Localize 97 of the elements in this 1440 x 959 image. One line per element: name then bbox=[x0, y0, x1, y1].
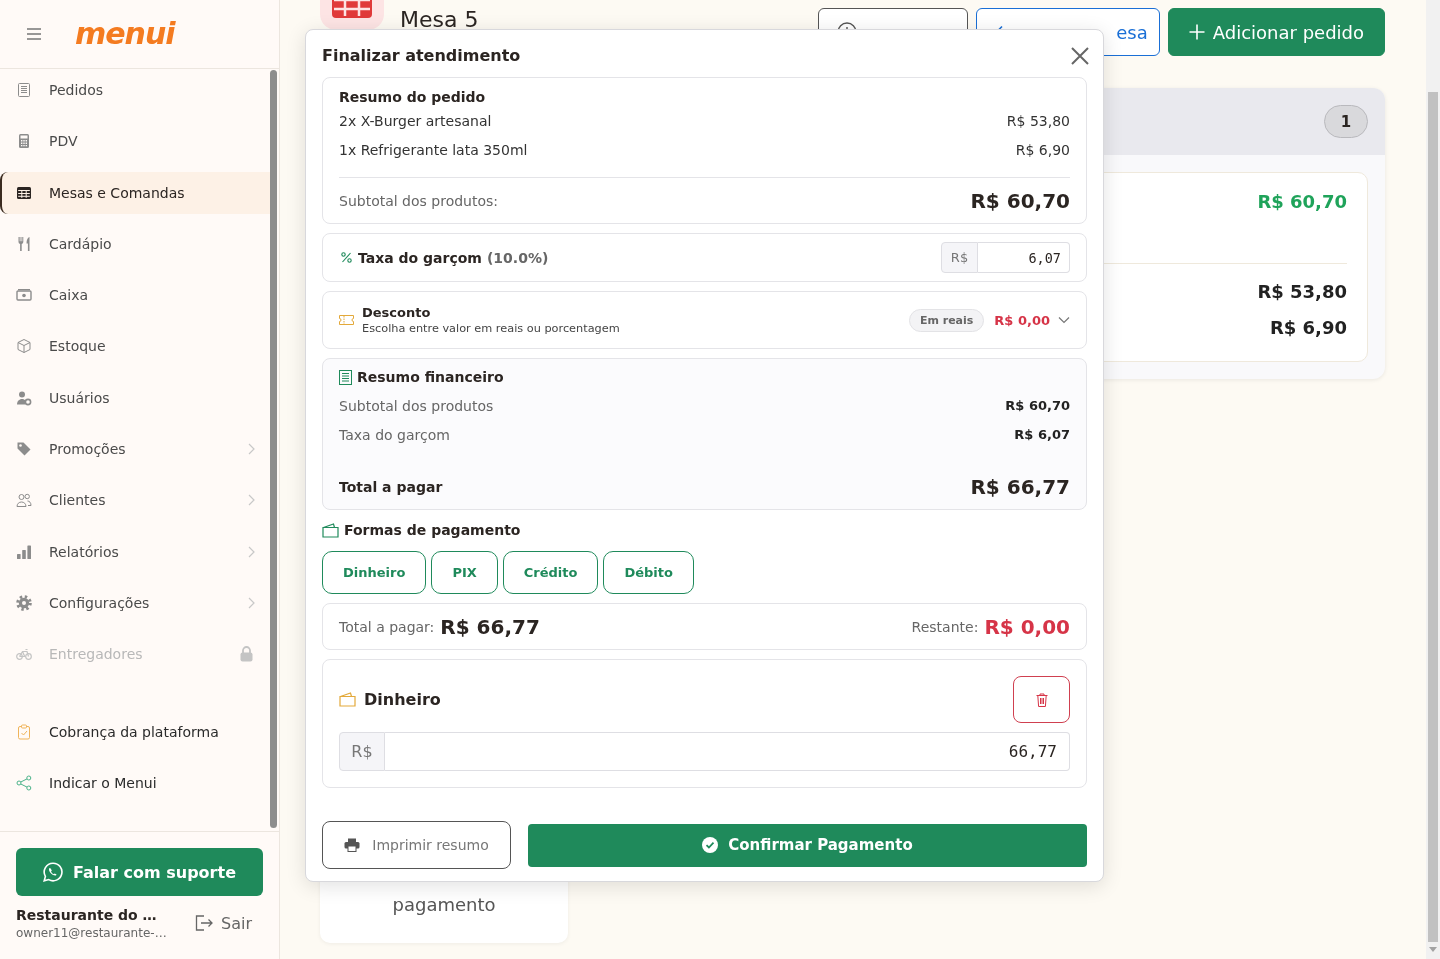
tag-icon bbox=[16, 441, 32, 458]
sidebar-item[interactable]: Pedidos bbox=[0, 69, 270, 111]
support-button[interactable]: Falar com suporte bbox=[16, 848, 263, 896]
currency-prefix: R$ bbox=[941, 242, 978, 273]
payment-method-button[interactable]: Débito bbox=[603, 551, 694, 594]
item-price: R$ 6,90 bbox=[1269, 316, 1347, 340]
sidebar-item[interactable]: Relatórios bbox=[0, 530, 270, 573]
fee-rate: (10.0%) bbox=[486, 249, 549, 266]
box-icon bbox=[16, 338, 32, 355]
account-name: Restaurante do … bbox=[16, 906, 158, 925]
fee-label: Taxa do garçom bbox=[358, 249, 482, 266]
print-button[interactable]: Imprimir resumo bbox=[322, 821, 511, 869]
payment-method-button[interactable]: Dinheiro bbox=[322, 551, 427, 594]
hint-text: pagamento bbox=[392, 893, 496, 917]
balance-total: R$ 66,77 bbox=[440, 614, 540, 639]
order-item-name: 1x Refrigerante lata 350ml bbox=[339, 141, 528, 158]
currency-prefix: R$ bbox=[339, 732, 385, 771]
sidebar-item[interactable]: Estoque bbox=[0, 325, 270, 368]
total-value: R$ 66,77 bbox=[970, 475, 1070, 499]
discount-title: Desconto bbox=[362, 304, 432, 321]
printer-icon bbox=[344, 838, 361, 852]
page-title: Mesa 5 bbox=[400, 6, 479, 34]
summary-label: Subtotal dos produtos bbox=[339, 397, 494, 414]
discount-value: R$ 0,00 bbox=[994, 312, 1050, 328]
clipboard-check-icon bbox=[16, 723, 32, 740]
discount-hint: Escolha entre valor em reais ou porcentagem bbox=[362, 320, 620, 336]
bicycle-icon bbox=[16, 646, 32, 663]
sidebar-item[interactable]: Cobrança da plataforma bbox=[0, 710, 270, 753]
amount-input[interactable]: 66,77 bbox=[385, 732, 1070, 771]
discount-mode-toggle[interactable]: Em reais bbox=[908, 308, 985, 332]
percent-icon bbox=[341, 252, 352, 263]
card-title: Resumo financeiro bbox=[357, 368, 504, 386]
item-price: R$ 53,80 bbox=[1257, 280, 1347, 304]
share-icon bbox=[16, 774, 32, 791]
table-icon bbox=[16, 184, 32, 201]
users-icon bbox=[16, 492, 32, 509]
subtotal-label: Subtotal dos produtos: bbox=[339, 192, 499, 209]
confirm-button[interactable]: Confirmar Pagamento bbox=[528, 823, 1087, 867]
chevron-down-icon[interactable] bbox=[1058, 316, 1070, 324]
scrollbar[interactable] bbox=[1426, 0, 1440, 959]
delete-button[interactable] bbox=[1013, 676, 1070, 723]
payment-method-button[interactable]: Crédito bbox=[502, 551, 599, 594]
close-icon[interactable] bbox=[1071, 47, 1089, 65]
check-circle-icon bbox=[702, 837, 719, 853]
sidebar-item[interactable]: Mesas e Comandas bbox=[0, 171, 270, 214]
wallet-icon bbox=[322, 522, 339, 538]
user-icon bbox=[16, 389, 32, 406]
account-email: owner11@restaurante-… bbox=[16, 925, 167, 941]
sidebar-item[interactable]: Caixa bbox=[0, 274, 270, 317]
fee-input[interactable]: 6,07 bbox=[978, 242, 1070, 273]
logout-button[interactable]: Sair bbox=[195, 913, 252, 933]
sidebar-item[interactable]: Cardápio bbox=[0, 222, 270, 265]
remaining-label: Restante: bbox=[911, 618, 979, 635]
header-button[interactable]: Adicionar pedido bbox=[1167, 8, 1385, 56]
wallet-icon bbox=[339, 692, 356, 707]
payment-method-title: Dinheiro bbox=[364, 690, 441, 709]
receipt-icon bbox=[16, 82, 32, 98]
calculator-icon bbox=[16, 133, 32, 150]
utensils-icon bbox=[16, 235, 32, 252]
plus-icon bbox=[1188, 24, 1205, 40]
chevron-right-icon bbox=[248, 494, 255, 507]
card-title: Resumo do pedido bbox=[339, 88, 487, 106]
summary-value: R$ 6,07 bbox=[1014, 427, 1070, 442]
summary-value: R$ 60,70 bbox=[1005, 398, 1070, 413]
chevron-right-icon bbox=[248, 443, 255, 456]
settings-icon bbox=[16, 594, 32, 611]
sidebar-item[interactable]: Usuários bbox=[0, 376, 270, 419]
banknote-icon bbox=[16, 287, 32, 304]
chevron-right-icon bbox=[248, 596, 255, 609]
scrollbar[interactable] bbox=[270, 70, 277, 828]
order-item-price: R$ 6,90 bbox=[1015, 141, 1070, 158]
lock-icon bbox=[240, 646, 253, 663]
logout-icon bbox=[195, 915, 213, 931]
summary-label: Taxa do garçom bbox=[339, 426, 450, 443]
section-title: Formas de pagamento bbox=[344, 522, 521, 538]
total-amount: R$ 60,70 bbox=[1257, 191, 1347, 213]
sidebar-item[interactable]: Configurações bbox=[0, 581, 270, 624]
receipt-icon bbox=[339, 369, 352, 385]
total-label: Total a pagar bbox=[339, 479, 443, 495]
sidebar-item[interactable]: PDV bbox=[0, 120, 270, 163]
payment-method-button[interactable]: PIX bbox=[431, 551, 498, 594]
ticket-icon bbox=[339, 315, 354, 325]
chat-icon bbox=[43, 862, 63, 882]
menu-icon[interactable] bbox=[27, 28, 41, 40]
chevron-right-icon bbox=[248, 545, 255, 558]
sidebar-item[interactable]: Clientes bbox=[0, 479, 270, 522]
balance-label: Total a pagar: bbox=[339, 618, 435, 635]
trash-icon bbox=[1035, 692, 1048, 707]
sidebar-item[interactable]: Promoções bbox=[0, 428, 270, 471]
dialog-title: Finalizar atendimento bbox=[322, 46, 521, 66]
subtotal-value: R$ 60,70 bbox=[970, 188, 1070, 213]
order-item-price: R$ 53,80 bbox=[1006, 112, 1070, 129]
order-item-name: 2x X-Burger artesanal bbox=[339, 112, 492, 129]
sidebar-item[interactable]: Indicar o Menui bbox=[0, 761, 270, 804]
bar-chart-icon bbox=[16, 543, 32, 560]
remaining-value: R$ 0,00 bbox=[984, 614, 1070, 639]
count-badge: 1 bbox=[1324, 105, 1368, 138]
